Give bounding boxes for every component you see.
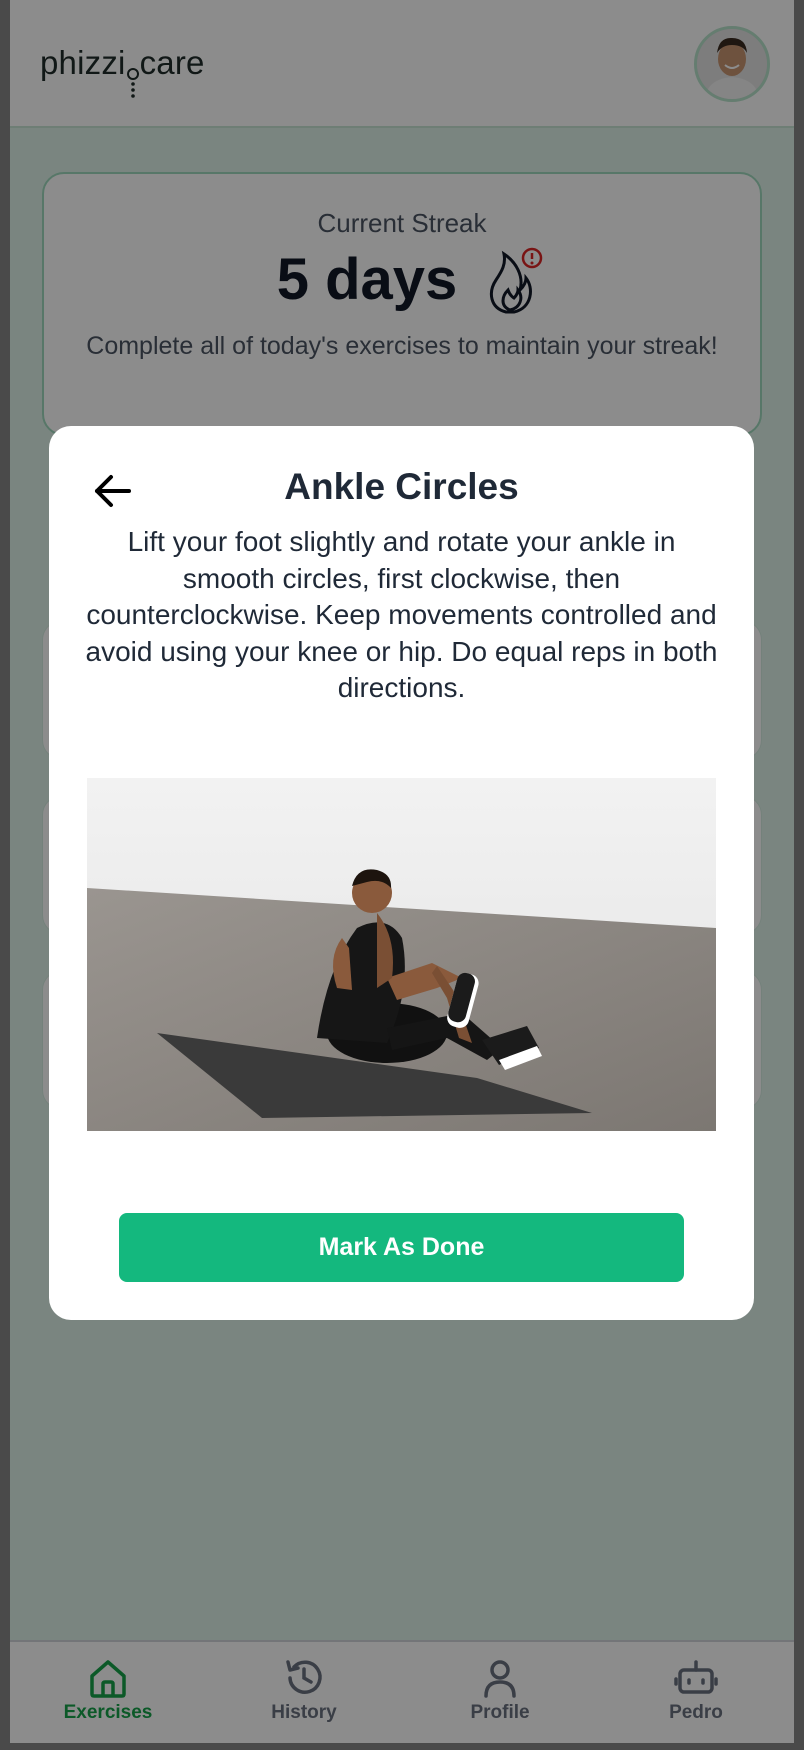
exercise-modal: Ankle Circles Lift your foot slightly an… <box>49 426 754 1320</box>
exercise-image <box>87 778 716 1131</box>
app-frame: phizzi care Current Streak 5 days Comple… <box>10 0 794 1743</box>
modal-title: Ankle Circles <box>284 466 519 507</box>
exercise-description: Lift your foot slightly and rotate your … <box>85 526 718 703</box>
mark-as-done-button[interactable]: Mark As Done <box>119 1213 684 1282</box>
